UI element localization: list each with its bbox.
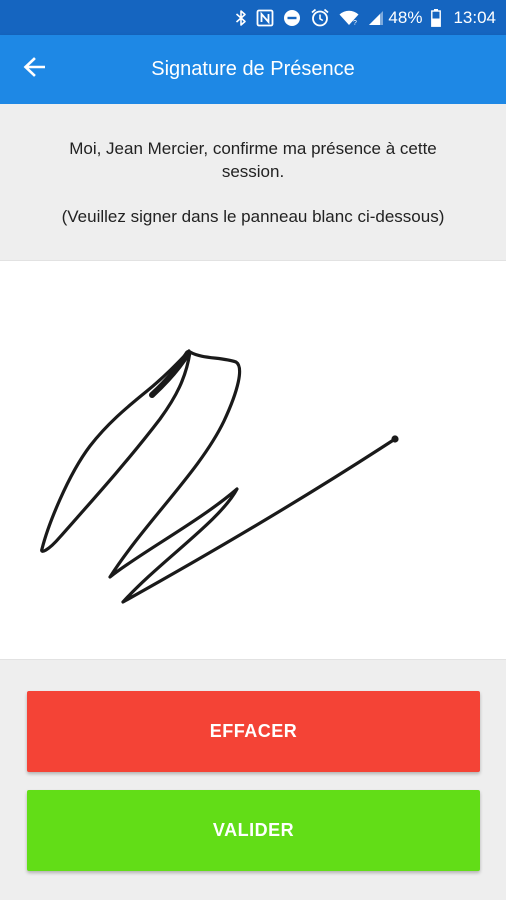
battery-percentage: 48% — [388, 7, 423, 27]
signature-pad[interactable] — [0, 260, 506, 660]
bluetooth-icon — [235, 9, 247, 27]
alarm-icon — [310, 8, 330, 27]
status-bar: ? 48% 13:04 — [0, 0, 506, 35]
battery-icon — [431, 8, 442, 27]
signal-icon — [368, 10, 384, 26]
signature-stroke — [40, 349, 397, 604]
confirmation-text: Moi, Jean Mercier, confirme ma présence … — [69, 139, 437, 181]
do-not-disturb-icon — [283, 9, 301, 27]
signature-end-dot — [391, 435, 399, 443]
signature-drawing — [40, 349, 399, 604]
validate-button[interactable]: VALIDER — [27, 790, 480, 871]
clock: 13:04 — [453, 7, 496, 27]
confirmation-message: Moi, Jean Mercier, confirme ma présence … — [0, 104, 506, 260]
svg-text:?: ? — [353, 20, 357, 26]
signature-stroke-thick — [149, 350, 191, 398]
wifi-icon: ? — [339, 10, 359, 26]
clear-button[interactable]: EFFACER — [27, 691, 480, 772]
page-title: Signature de Présence — [151, 58, 355, 80]
nfc-icon — [256, 9, 274, 27]
instruction-text: (Veuillez signer dans le panneau blanc c… — [61, 207, 445, 226]
app-bar: Signature de Présence — [0, 35, 506, 104]
